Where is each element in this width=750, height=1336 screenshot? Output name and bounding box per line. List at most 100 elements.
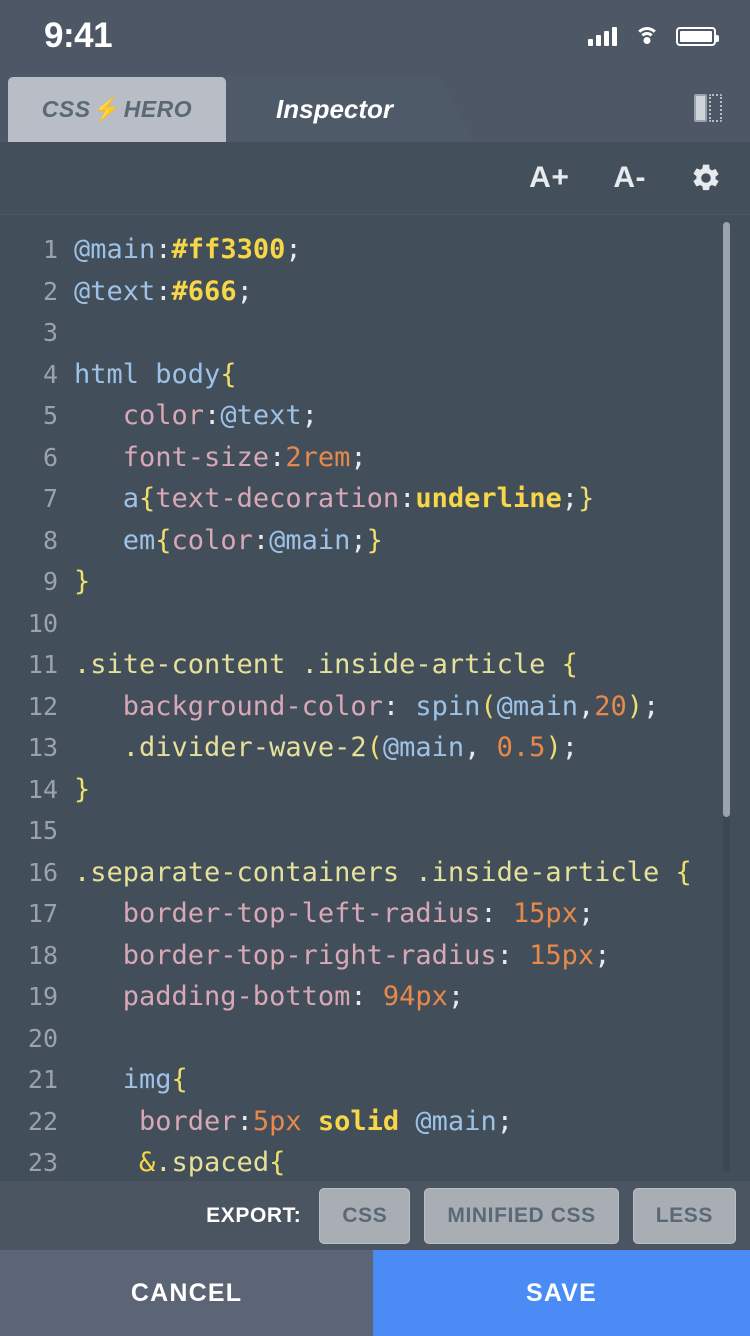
code-token: 15px [529,939,595,971]
panel-layout-icon[interactable] [694,94,724,122]
line-number: 23 [27,1148,58,1177]
code-token: ; [561,732,578,763]
code-line[interactable]: 21 img{ [0,1059,750,1101]
line-number: 21 [27,1065,58,1094]
code-line[interactable]: 13 .divider-wave-2(@main, 0.5); [0,727,750,769]
code-text: em{color:@main;} [74,520,383,562]
code-text: .divider-wave-2(@main, 0.5); [74,727,578,769]
code-line[interactable]: 5 color:@text; [0,395,750,437]
code-token: { [155,524,172,556]
code-line[interactable]: 4 html body{ [0,354,750,396]
status-bar-clock: 9:41 [44,16,113,55]
font-decrease-button[interactable]: A- [613,161,646,195]
code-text: font-size:2rem; [74,437,367,479]
code-token: @main [382,732,465,763]
code-line[interactable]: 16 .separate-containers .inside-article { [0,852,750,894]
code-lines: 1 @main:#ff3300; 2 @text:#666; 3 4 html body{5… [0,215,750,1181]
action-bar: CANCEL SAVE [0,1250,750,1336]
code-text: @text:#666; [74,271,253,313]
gear-icon[interactable] [690,162,722,194]
css-hero-inspector-app: 9:41 CSS⚡HERO Inspector A+ A- 1 @main:#ff… [0,0,750,1336]
code-token: { [171,1064,188,1095]
line-number: 7 [42,484,58,513]
code-line[interactable]: 22 border:5px solid @main; [0,1101,750,1143]
code-text: &.spaced{ [74,1142,285,1181]
code-token: #ff3300 [171,234,286,265]
code-text: color:@text; [74,395,318,437]
line-number: 22 [27,1106,58,1136]
code-token: { [675,856,692,888]
code-token: ; [236,275,253,307]
code-token: #666 [171,275,237,307]
code-token: em [74,524,156,556]
code-line[interactable]: 15 [0,810,750,852]
code-line[interactable]: 6 font-size:2rem; [0,437,750,479]
code-token: ; [577,898,595,929]
code-line[interactable]: 12 background-color: spin(@main,20); [0,686,750,728]
font-increase-button[interactable]: A+ [529,161,569,195]
tab-inspector[interactable]: Inspector [226,76,476,142]
code-line[interactable]: 18 border-top-right-radius: 15px; [0,935,750,977]
code-token: ; [643,690,660,722]
code-token: border [74,1105,237,1137]
code-line[interactable]: 17 border-top-left-radius: 15px; [0,893,750,935]
code-line[interactable]: 23 &.spaced{ [0,1142,750,1181]
export-minified-css-button[interactable]: MINIFIED CSS [424,1187,619,1244]
code-token: 20 [594,690,627,722]
code-token: font-size [74,441,270,473]
code-token: , [464,732,497,763]
code-line[interactable]: 9} [0,561,750,603]
code-token: spin [415,690,481,722]
line-number: 14 [27,774,58,804]
code-token: @main [269,524,351,556]
cancel-button[interactable]: CANCEL [0,1250,373,1336]
code-token: text-decoration [155,483,400,514]
code-line[interactable]: 14} [0,769,750,811]
editor-scrollbar-thumb[interactable] [723,222,730,817]
code-token: } [577,483,595,514]
code-line[interactable]: 11 .site-content .inside-article { [0,644,750,686]
code-line[interactable]: 2 @text:#666; [0,271,750,313]
code-line[interactable]: 8 em{color:@main;} [0,520,750,562]
code-line[interactable]: 19 padding-bottom: 94px; [0,976,750,1018]
code-token: 15px [512,898,578,929]
code-token: { [139,483,156,514]
signal-bars-icon [588,26,617,46]
code-text: img{ [74,1059,188,1101]
code-editor[interactable]: 1 @main:#ff3300; 2 @text:#666; 3 4 html body{5… [0,214,750,1181]
code-line[interactable]: 3 [0,312,750,354]
code-line[interactable]: 7 a{text-decoration:underline;} [0,478,750,520]
export-less-button[interactable]: LESS [632,1187,736,1244]
tab-css-hero-logo[interactable]: CSS⚡HERO [8,77,226,142]
code-token: ( [366,732,383,763]
code-token: ( [480,690,497,722]
code-token: ; [561,483,578,514]
code-token: ; [350,441,367,473]
panel-right-shape [709,94,722,122]
line-number: 2 [42,276,58,306]
code-line[interactable]: 10 [0,603,750,645]
save-button[interactable]: SAVE [373,1250,750,1336]
code-token: : [480,898,513,929]
line-number: 8 [42,525,58,555]
code-token: ; [496,1105,513,1137]
panel-left-shape [694,94,707,122]
code-line[interactable]: 20 [0,1018,750,1060]
battery-icon [676,26,719,46]
code-token: : [252,524,270,556]
code-line[interactable]: 1 @main:#ff3300; [0,229,750,271]
code-token: 5px [252,1105,302,1137]
code-token: : [399,483,416,514]
code-token: padding-bottom [74,981,351,1012]
code-token: img [74,1064,172,1095]
line-number: 19 [27,982,58,1011]
code-text: padding-bottom: 94px; [74,976,464,1018]
code-token: : [350,981,383,1012]
export-css-button[interactable]: CSS [319,1187,411,1244]
status-bar-icons [588,26,719,46]
code-token: color [171,524,253,556]
code-token: } [74,773,91,805]
code-token: border-top-left-radius [74,898,481,929]
line-number: 3 [42,318,58,347]
